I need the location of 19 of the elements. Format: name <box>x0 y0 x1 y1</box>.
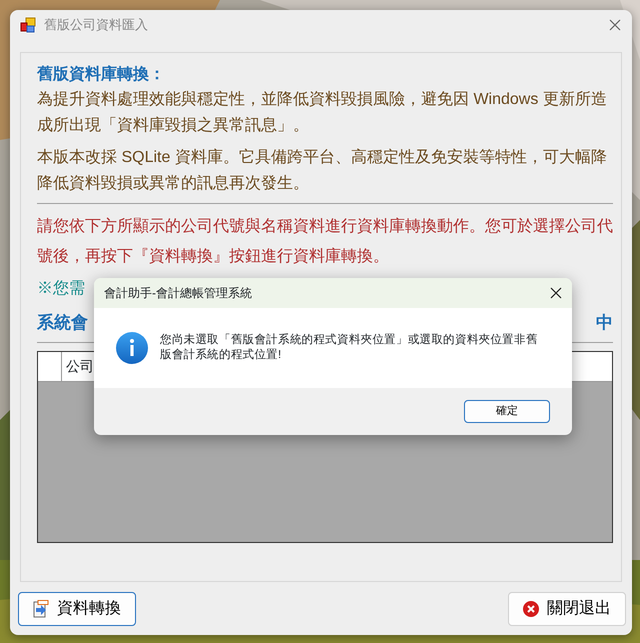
section-title: 中 <box>596 312 613 334</box>
app-icon <box>20 17 36 33</box>
section-title: 系統會 <box>37 312 88 334</box>
document-arrow-icon <box>33 600 49 618</box>
window-title: 舊版公司資料匯入 <box>44 16 148 34</box>
note-text: ※您需 <box>37 280 85 297</box>
instruction-text: 請您依下方所顯示的公司代號與名稱資料進行資料庫轉換動作。您可於選擇公司代號後，再按下『資料轉換』按鈕進行資料庫轉換。 <box>37 216 614 267</box>
section-heading: 舊版資料庫轉換： <box>37 64 166 85</box>
dialog-title: 會計助手-會計總帳管理系統 <box>104 284 252 302</box>
info-icon <box>116 332 148 364</box>
close-circle-icon <box>523 601 539 617</box>
convert-button[interactable]: 資料轉換 <box>18 592 136 626</box>
ok-button[interactable]: 確定 <box>464 400 550 423</box>
description-text: 本版本改採 SQLite 資料庫。它具備跨平台、高穩定性及免安裝等特性，可大幅降降低資料毀損或異常的訊息再次發生。 <box>37 148 608 194</box>
column-header[interactable]: 公司 <box>62 352 98 381</box>
close-icon[interactable] <box>550 286 562 300</box>
close-button[interactable]: 關閉退出 <box>508 592 626 626</box>
description-text: 為提升資料處理效能與穩定性，並降低資料毀損風險，避免因 Windows 更新所造成所出現「資料庫毀損之異常訊息」。 <box>37 90 608 136</box>
dialog-message: 您尚未選取「舊版會計系統的程式資料夾位置」或選取的資料夾位置非舊版會計系統的程式位置! <box>160 332 539 363</box>
